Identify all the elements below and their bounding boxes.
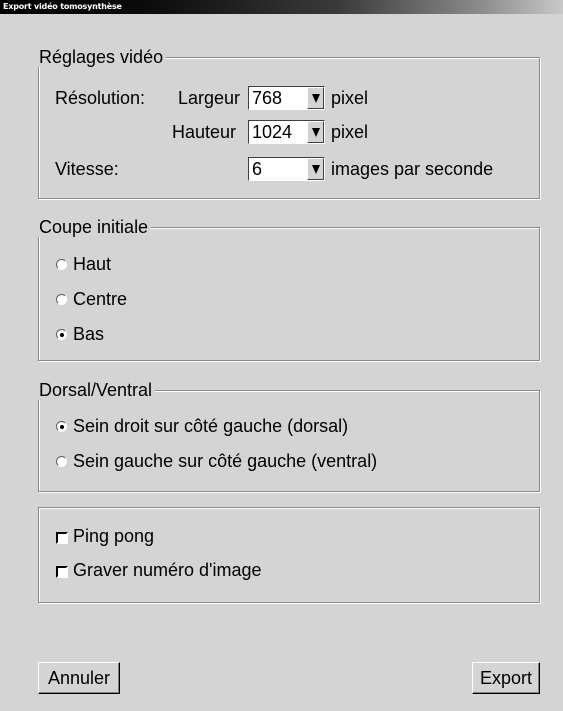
width-dropdown-button[interactable] xyxy=(307,87,324,109)
chevron-down-icon xyxy=(312,128,320,137)
width-unit-label: pixel xyxy=(331,88,369,108)
export-button[interactable]: Export xyxy=(472,662,540,694)
speed-dropdown-button[interactable] xyxy=(307,158,324,180)
speed-select[interactable]: 6 xyxy=(248,157,325,181)
radio-selected-dot xyxy=(60,425,64,429)
burn-frame-number-label[interactable]: Graver numéro d'image xyxy=(73,559,262,581)
title-bar: Export vidéo tomosynthèse xyxy=(0,0,563,14)
radio-centre-label[interactable]: Centre xyxy=(73,288,127,310)
radio-ventral[interactable] xyxy=(56,456,67,467)
orientation-title: Dorsal/Ventral xyxy=(36,380,156,400)
radio-selected-dot xyxy=(60,333,64,337)
speed-unit-label: images par seconde xyxy=(331,159,494,179)
speed-label: Vitesse: xyxy=(55,159,119,179)
ping-pong-label[interactable]: Ping pong xyxy=(73,525,154,547)
radio-bas-label[interactable]: Bas xyxy=(73,323,104,345)
options-group xyxy=(38,507,540,603)
radio-haut-label[interactable]: Haut xyxy=(73,253,111,275)
cancel-button[interactable]: Annuler xyxy=(38,662,120,694)
chevron-down-icon xyxy=(312,165,320,174)
initial-slice-title: Coupe initiale xyxy=(36,217,152,237)
height-label: Hauteur xyxy=(172,122,237,142)
radio-dorsal-label[interactable]: Sein droit sur côté gauche (dorsal) xyxy=(73,415,348,437)
speed-select-value: 6 xyxy=(252,159,263,179)
ping-pong-checkbox[interactable] xyxy=(56,532,68,544)
chevron-down-icon xyxy=(312,94,320,103)
export-dialog: Réglages vidéo Résolution: Largeur 768 p… xyxy=(0,14,563,711)
radio-dorsal[interactable] xyxy=(56,421,67,432)
video-settings-title: Réglages vidéo xyxy=(36,47,167,67)
height-select-value: 1024 xyxy=(252,122,293,142)
window-title: Export vidéo tomosynthèse xyxy=(3,2,122,11)
resolution-label: Résolution: xyxy=(55,88,146,108)
radio-ventral-label[interactable]: Sein gauche sur côté gauche (ventral) xyxy=(73,450,377,472)
burn-frame-number-checkbox[interactable] xyxy=(56,566,68,578)
radio-haut[interactable] xyxy=(56,259,67,270)
radio-centre[interactable] xyxy=(56,294,67,305)
width-select-value: 768 xyxy=(252,88,283,108)
height-dropdown-button[interactable] xyxy=(307,121,324,143)
height-select[interactable]: 1024 xyxy=(248,120,325,144)
radio-bas[interactable] xyxy=(56,329,67,340)
width-select[interactable]: 768 xyxy=(248,86,325,110)
width-label: Largeur xyxy=(178,88,241,108)
height-unit-label: pixel xyxy=(331,122,369,142)
